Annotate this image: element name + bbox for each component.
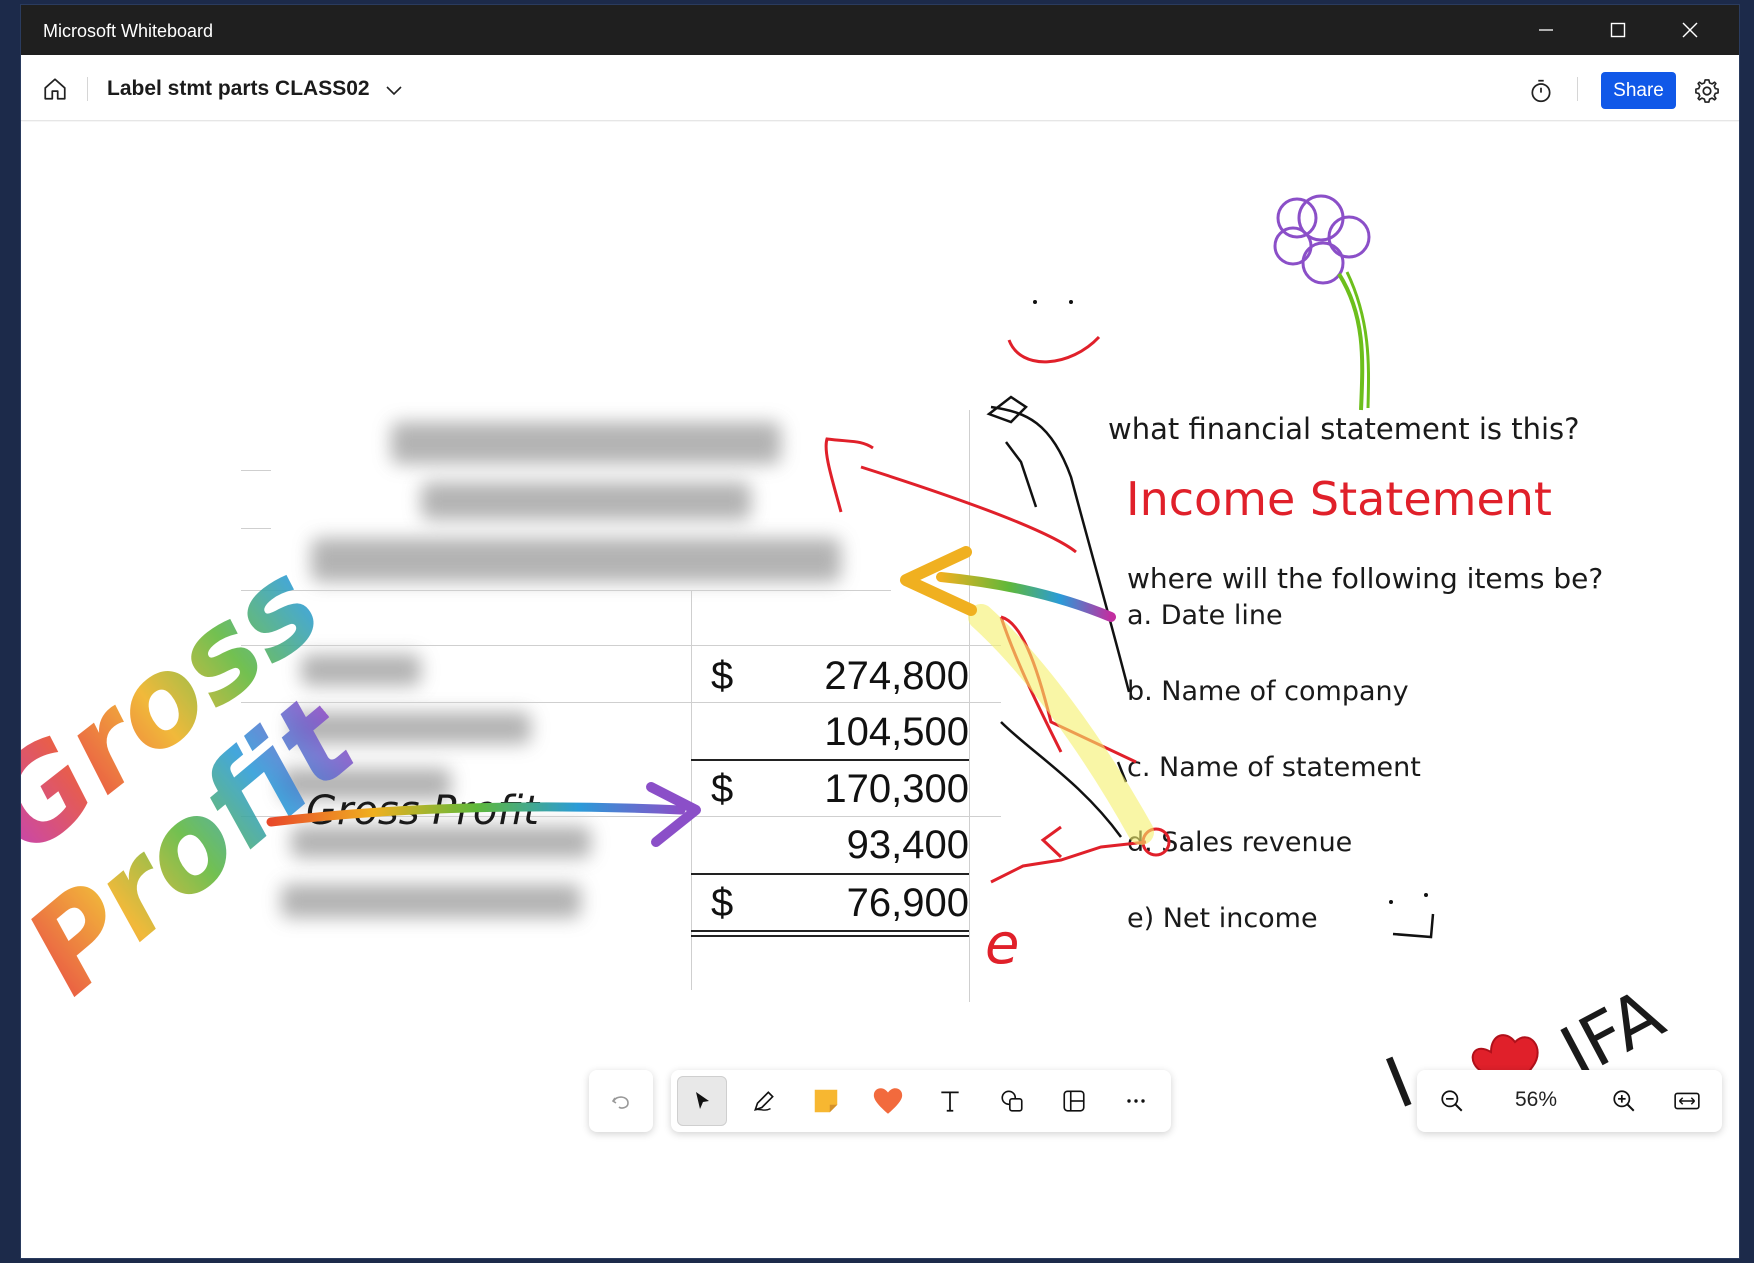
select-icon (696, 1092, 709, 1109)
zoom-in-button[interactable] (1599, 1076, 1649, 1126)
gear-icon (1695, 79, 1719, 103)
more-tools-button[interactable] (1111, 1076, 1161, 1126)
title-bar: Microsoft Whiteboard (21, 5, 1739, 55)
fit-screen-icon (1674, 1092, 1700, 1110)
main-toolbar (671, 1070, 1171, 1132)
app-window: Microsoft Whiteboard Label stmt parts CL… (20, 4, 1740, 1259)
maximize-button[interactable] (1582, 5, 1654, 55)
close-button[interactable] (1654, 5, 1726, 55)
timer-icon (1531, 79, 1551, 103)
settings-button[interactable] (1687, 71, 1727, 111)
home-icon (44, 78, 66, 100)
small-smiley-ink[interactable] (1389, 893, 1435, 939)
shapes-tool-button[interactable] (987, 1076, 1037, 1126)
flower-ink[interactable] (1273, 194, 1371, 411)
select-tool-button[interactable] (677, 1076, 727, 1126)
maximize-icon (1610, 22, 1626, 38)
close-icon (1682, 22, 1698, 38)
smiley-ink[interactable] (1007, 300, 1101, 364)
timer-button[interactable] (1521, 71, 1561, 111)
minimize-icon (1539, 29, 1553, 31)
home-button[interactable] (35, 69, 75, 109)
minimize-button[interactable] (1510, 5, 1582, 55)
sticky-note-button[interactable] (801, 1076, 851, 1126)
undo-icon (611, 1096, 629, 1109)
zoom-out-button[interactable] (1427, 1076, 1477, 1126)
header-divider-right (1577, 77, 1578, 101)
reaction-button[interactable] (863, 1076, 913, 1126)
header-divider (87, 77, 88, 101)
zoom-level[interactable]: 56% (1501, 1088, 1571, 1112)
chevron-down-icon (386, 86, 402, 96)
board-title[interactable]: Label stmt parts CLASS02 (107, 77, 370, 101)
app-title: Microsoft Whiteboard (43, 21, 214, 41)
share-button[interactable]: Share (1601, 72, 1676, 109)
undo-button[interactable] (596, 1076, 646, 1126)
fit-to-screen-button[interactable] (1662, 1076, 1712, 1126)
templates-tool-button[interactable] (1049, 1076, 1099, 1126)
templates-icon (1063, 1090, 1085, 1112)
undo-toolbar (589, 1070, 653, 1132)
zoom-in-icon (1613, 1090, 1635, 1112)
sticky-note-icon (814, 1089, 838, 1113)
rainbow-arrow-gross[interactable] (266, 802, 686, 827)
pen-icon (754, 1091, 774, 1111)
app-header: Label stmt parts CLASS02 Share (21, 55, 1739, 121)
reaction-heart-icon (873, 1088, 903, 1114)
pen-tool-button[interactable] (739, 1076, 789, 1126)
text-icon (941, 1091, 959, 1112)
board-menu-button[interactable] (379, 75, 409, 105)
shapes-icon (1001, 1090, 1023, 1112)
zoom-toolbar: 56% (1417, 1070, 1722, 1132)
text-tool-button[interactable] (925, 1076, 975, 1126)
zoom-out-icon (1441, 1090, 1463, 1112)
more-icon (1127, 1099, 1145, 1103)
